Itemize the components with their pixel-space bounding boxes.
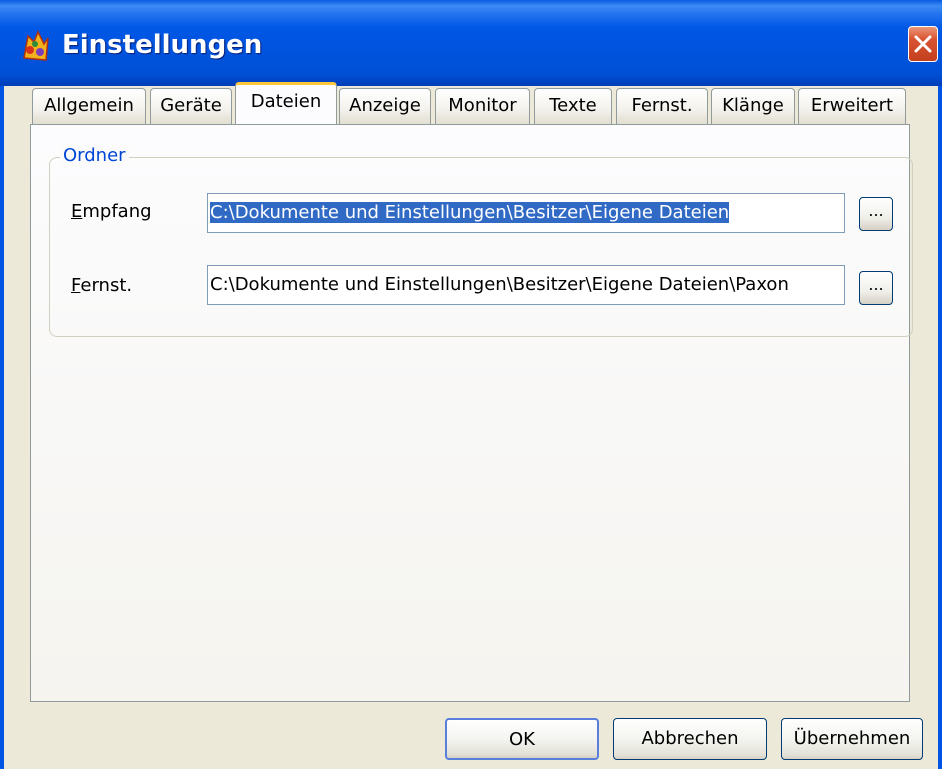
group-title: Ordner xyxy=(60,145,129,167)
button-label: OK xyxy=(509,729,535,750)
ellipsis-label: ... xyxy=(868,201,884,220)
remote-label: Fernst. xyxy=(71,275,132,297)
receive-label: Empfang xyxy=(71,201,152,223)
button-label: Abbrechen xyxy=(641,728,739,749)
ellipsis-label: ... xyxy=(868,275,884,294)
ok-button[interactable]: OK xyxy=(445,718,599,760)
tab-label: Dateien xyxy=(250,91,322,112)
tab-label: Geräte xyxy=(160,95,222,116)
field-text: C:\Dokumente und Einstellungen\Besitzer\… xyxy=(210,274,789,295)
tab-geraete[interactable]: Geräte xyxy=(150,88,232,124)
tab-anzeige[interactable]: Anzeige xyxy=(339,88,431,124)
label-rest: mpfang xyxy=(82,201,152,222)
tab-dateien[interactable]: Dateien xyxy=(235,82,337,124)
receive-folder-input[interactable]: C:\Dokumente und Einstellungen\Besitzer\… xyxy=(207,193,845,233)
close-icon xyxy=(914,35,932,53)
label-rest: ernst. xyxy=(80,275,133,296)
tab-fernst[interactable]: Fernst. xyxy=(616,88,708,124)
tab-klaenge[interactable]: Klänge xyxy=(711,88,795,124)
tab-label: Erweitert xyxy=(810,95,894,116)
tab-label: Texte xyxy=(549,95,597,116)
window-frame-right xyxy=(938,86,942,769)
close-button[interactable] xyxy=(908,26,938,62)
tab-monitor[interactable]: Monitor xyxy=(435,88,530,124)
button-label: Übernehmen xyxy=(793,728,911,749)
app-icon xyxy=(23,30,49,61)
tab-label: Fernst. xyxy=(631,95,693,116)
folder-group: Ordner xyxy=(49,145,913,337)
tab-allgemein[interactable]: Allgemein xyxy=(32,88,146,124)
apply-button[interactable]: Übernehmen xyxy=(781,718,923,760)
mnemonic-char: E xyxy=(71,201,83,222)
cancel-button[interactable]: Abbrechen xyxy=(613,718,767,760)
tab-label: Anzeige xyxy=(349,95,421,116)
tab-label: Allgemein xyxy=(44,95,134,116)
tab-label: Klänge xyxy=(722,95,784,116)
selected-text: C:\Dokumente und Einstellungen\Besitzer\… xyxy=(210,202,730,223)
remote-folder-input[interactable]: C:\Dokumente und Einstellungen\Besitzer\… xyxy=(207,265,845,305)
tab-panel-dateien: Ordner Empfang C:\Dokumente und Einstell… xyxy=(30,124,913,702)
receive-browse-button[interactable]: ... xyxy=(859,197,893,231)
title-bar[interactable]: Einstellungen xyxy=(0,0,942,86)
remote-browse-button[interactable]: ... xyxy=(859,271,893,305)
tab-texte[interactable]: Texte xyxy=(534,88,612,124)
window-frame-left xyxy=(0,86,4,769)
window-title: Einstellungen xyxy=(62,30,263,60)
tab-erweitert[interactable]: Erweitert xyxy=(798,88,906,124)
tab-label: Monitor xyxy=(448,95,517,116)
settings-dialog: Einstellungen Allgemein Geräte Dateien A… xyxy=(0,0,942,769)
mnemonic-char: F xyxy=(71,275,81,296)
